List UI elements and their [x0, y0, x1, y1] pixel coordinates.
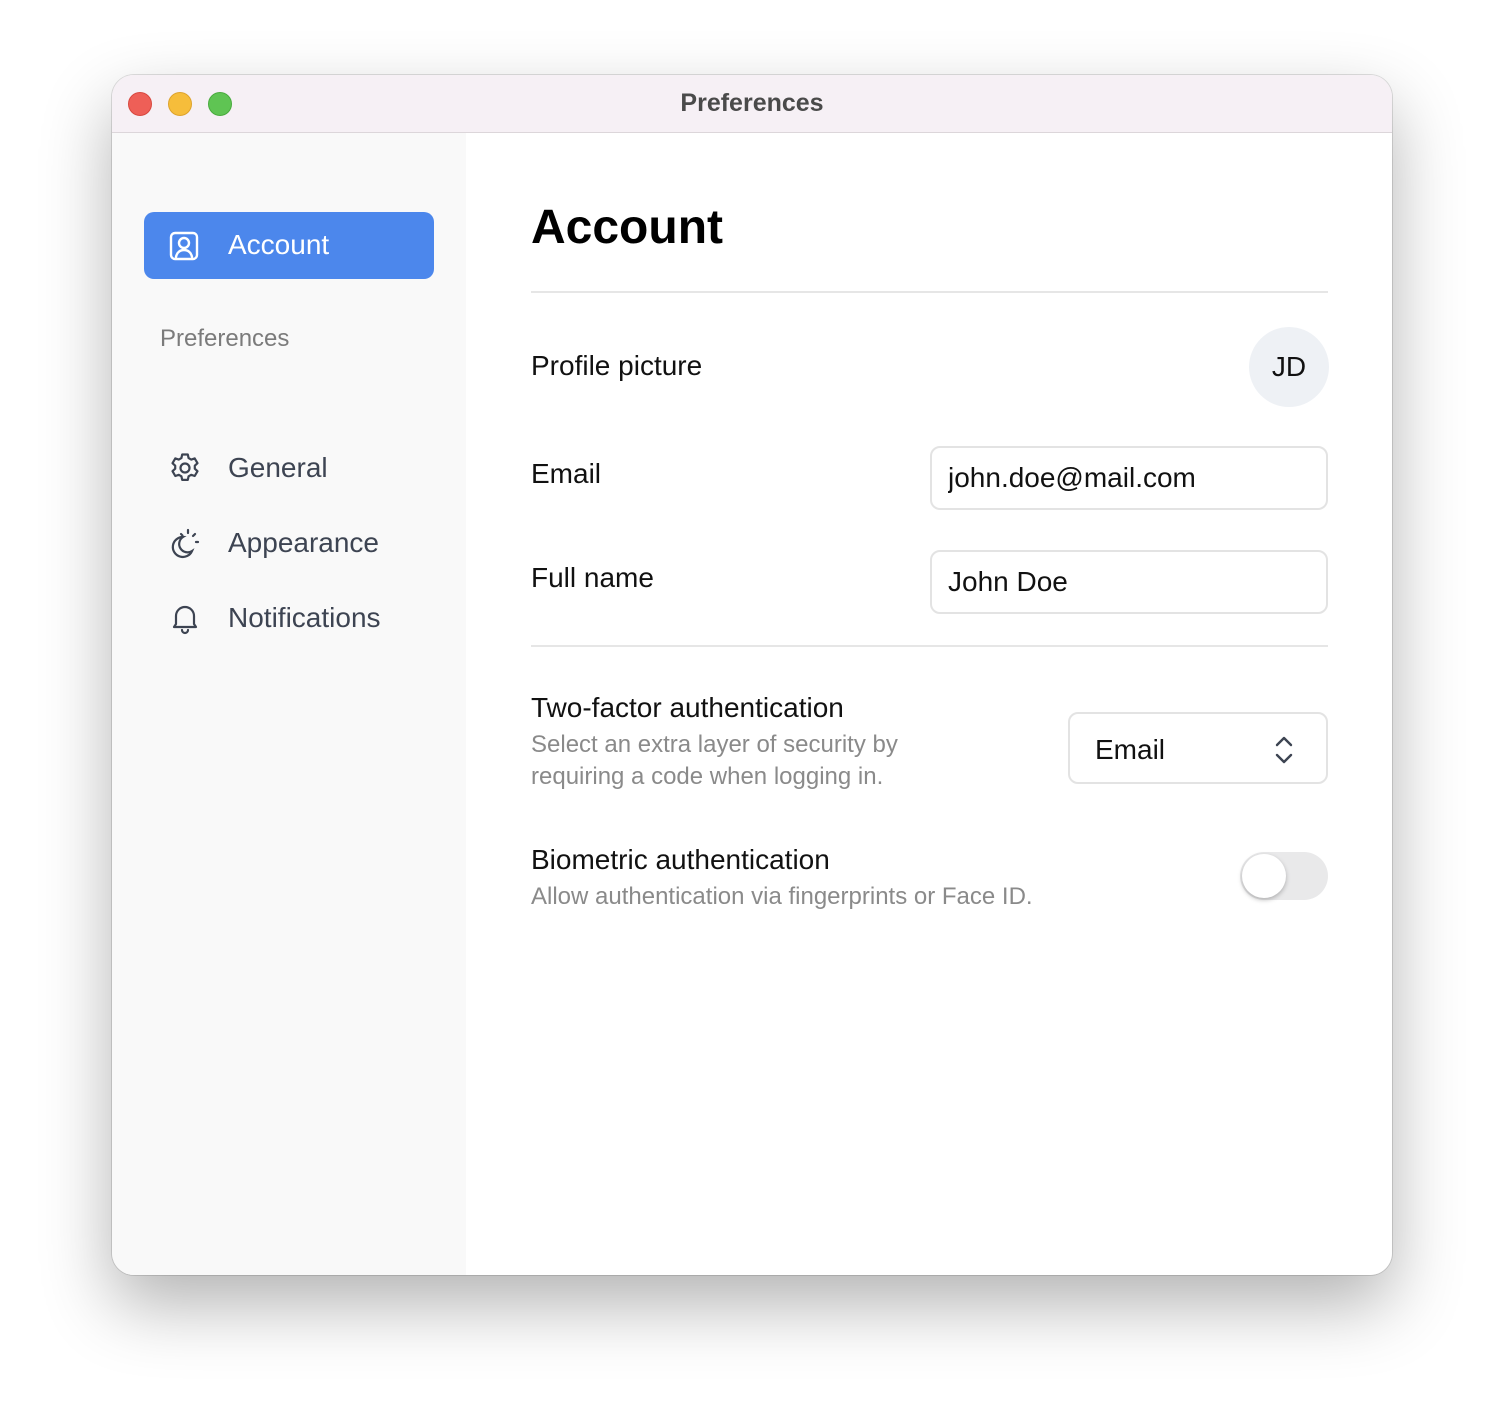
- sidebar-item-general[interactable]: General: [160, 443, 440, 493]
- gear-icon: [171, 453, 199, 481]
- two-factor-description-line1: Select an extra layer of security by: [531, 731, 898, 758]
- two-factor-description-line2: requiring a code when logging in.: [531, 763, 884, 790]
- full-name-label: Full name: [531, 562, 654, 593]
- preferences-window: Preferences Account Preferences General: [112, 75, 1392, 1275]
- sidebar-item-notifications[interactable]: Notifications: [160, 593, 440, 643]
- sidebar-item-label: Notifications: [228, 602, 381, 633]
- sidebar: Account Preferences General Appearance N…: [112, 133, 466, 1275]
- full-name-field[interactable]: [930, 550, 1328, 614]
- divider: [531, 645, 1328, 647]
- user-square-icon: [169, 231, 199, 261]
- sidebar-item-label: Account: [228, 229, 330, 260]
- email-field[interactable]: [930, 446, 1328, 510]
- page-title: Account: [531, 201, 723, 254]
- biometric-toggle[interactable]: [1240, 852, 1328, 900]
- sidebar-item-label: Appearance: [228, 527, 380, 558]
- chevron-up-down-icon: [1275, 736, 1293, 764]
- email-label: Email: [531, 458, 602, 489]
- biometric-description: Allow authentication via fingerprints or…: [531, 883, 1033, 910]
- bell-icon: [172, 605, 198, 635]
- sidebar-section-label: Preferences: [160, 325, 290, 352]
- avatar[interactable]: JD: [1249, 327, 1329, 407]
- toggle-knob: [1242, 854, 1286, 898]
- profile-picture-label: Profile picture: [531, 350, 703, 381]
- title-bar: Preferences: [112, 75, 1392, 133]
- sidebar-item-appearance[interactable]: Appearance: [160, 518, 440, 568]
- divider: [531, 291, 1328, 293]
- two-factor-selected-value: Email: [1095, 734, 1166, 765]
- sidebar-item-label: General: [228, 452, 328, 483]
- sun-moon-icon: [171, 528, 200, 559]
- two-factor-label: Two-factor authentication: [531, 692, 844, 723]
- main-content: Account Profile picture JD Email Full na…: [466, 133, 1392, 1275]
- two-factor-select[interactable]: Email: [1068, 712, 1328, 784]
- sidebar-item-account[interactable]: Account: [144, 212, 434, 279]
- window-title: Preferences: [680, 89, 824, 117]
- biometric-label: Biometric authentication: [531, 844, 830, 875]
